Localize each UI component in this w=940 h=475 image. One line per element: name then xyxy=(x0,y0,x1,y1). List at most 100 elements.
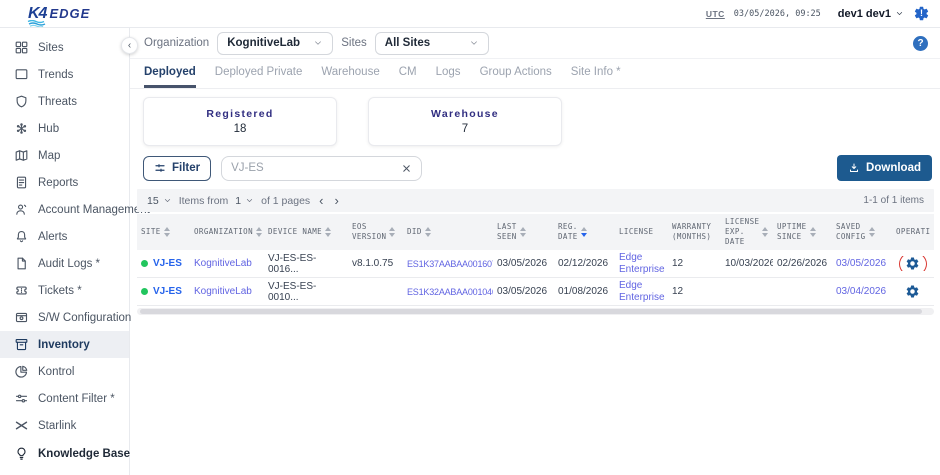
column-header-eos-version[interactable]: EOS VERSION xyxy=(348,222,403,242)
org-filter-row: Organization KognitiveLab Sites All Site… xyxy=(130,28,940,59)
status-online-dot xyxy=(141,288,148,295)
sidebar-item-label: Map xyxy=(38,150,60,162)
warranty-cell: 12 xyxy=(668,258,721,269)
tab-cm[interactable]: CM xyxy=(399,59,417,88)
items-range-label: 1-1 of 1 items xyxy=(863,195,924,206)
chevron-down-icon xyxy=(313,38,323,48)
app-logo: K4 EDGE xyxy=(28,5,90,23)
sidebar-item-knowledge-base[interactable]: Knowledge Base xyxy=(0,440,129,467)
column-header-did[interactable]: DID xyxy=(403,227,493,237)
sidebar-item-map[interactable]: Map xyxy=(0,142,129,169)
filter-button[interactable]: Filter xyxy=(143,156,211,181)
did-link[interactable]: ES1K32AABAA001046 xyxy=(407,287,493,297)
sidebar-item-label: Alerts xyxy=(38,231,67,243)
help-icon[interactable]: ? xyxy=(913,36,928,51)
sidebar-item-sites[interactable]: Sites xyxy=(0,34,129,61)
download-button[interactable]: Download xyxy=(837,155,932,181)
user-name: dev1 dev1 xyxy=(838,8,891,20)
alert-exclamation: ! xyxy=(920,8,923,18)
sidebar-item-starlink[interactable]: Starlink xyxy=(0,412,129,439)
user-menu[interactable]: dev1 dev1 xyxy=(838,8,904,20)
site-link[interactable]: VJ-ES xyxy=(153,258,182,269)
report-icon xyxy=(14,175,29,190)
sidebar-item-label: Reports xyxy=(38,177,78,189)
sidebar-item-label: Tickets * xyxy=(38,285,82,297)
license-link[interactable]: Edge Enterprise xyxy=(619,280,665,303)
license-link[interactable]: Edge Enterprise xyxy=(619,252,665,275)
sidebar-item-trends[interactable]: Trends xyxy=(0,61,129,88)
card-title: Warehouse xyxy=(431,108,499,120)
clear-search-icon[interactable] xyxy=(401,163,412,174)
column-header-organization[interactable]: ORGANIZATION xyxy=(190,227,264,237)
sidebar-item-content-filter[interactable]: Content Filter * xyxy=(0,385,129,412)
tab-deployed-private[interactable]: Deployed Private xyxy=(215,59,303,88)
sidebar-item-kontrol[interactable]: Kontrol xyxy=(0,358,129,385)
sites-select[interactable]: All Sites xyxy=(375,32,489,55)
sidebar-item-audit-logs[interactable]: Audit Logs * xyxy=(0,250,129,277)
column-header-last-seen[interactable]: LAST SEEN xyxy=(493,222,554,242)
table-row: VJ-ES KognitiveLab VJ-ES-ES-0010... ES1K… xyxy=(137,278,934,306)
sidebar-item-account-management[interactable]: Account Management xyxy=(0,196,129,223)
warehouse-card: Warehouse 7 xyxy=(368,97,562,146)
main-content: Organization KognitiveLab Sites All Site… xyxy=(130,28,940,475)
organization-label: Organization xyxy=(144,37,209,49)
column-header-operations: OPERATI xyxy=(892,227,933,237)
gear-icon[interactable] xyxy=(905,256,920,271)
organization-select[interactable]: KognitiveLab xyxy=(217,32,333,55)
chevron-down-icon xyxy=(163,196,172,205)
download-button-label: Download xyxy=(866,162,921,174)
site-link[interactable]: VJ-ES xyxy=(153,286,182,297)
top-bar: K4 EDGE UTC 03/05/2026, 09:25 dev1 dev1 … xyxy=(0,0,940,28)
filter-sliders-icon xyxy=(154,162,166,174)
sidebar-item-label: Starlink xyxy=(38,420,76,432)
organization-link[interactable]: KognitiveLab xyxy=(194,258,252,269)
gear-icon[interactable] xyxy=(905,284,920,299)
uptime-since-cell: 02/26/2026 xyxy=(773,258,832,269)
prev-page-button[interactable]: ‹ xyxy=(317,194,325,207)
column-header-site[interactable]: SITE xyxy=(137,227,190,237)
tab-logs[interactable]: Logs xyxy=(436,59,461,88)
sidebar-collapse-button[interactable]: ‹ xyxy=(121,37,138,54)
sidebar-item-inventory[interactable]: Inventory xyxy=(0,331,129,358)
device-name-cell: VJ-ES-ES-0016... xyxy=(264,253,348,275)
tab-deployed[interactable]: Deployed xyxy=(144,59,196,88)
card-title: Registered xyxy=(206,108,273,120)
bell-icon xyxy=(14,229,29,244)
column-header-saved-config[interactable]: SAVED CONFIG xyxy=(832,222,892,242)
column-header-license-exp-date[interactable]: LICENSE EXP. DATE xyxy=(721,217,773,247)
organization-value: KognitiveLab xyxy=(227,37,300,49)
gear-alert-icon[interactable]: ! xyxy=(913,5,930,22)
sidebar-item-sw-configuration[interactable]: S/W Configuration xyxy=(0,304,129,331)
scrollbar-thumb[interactable] xyxy=(140,309,922,314)
next-page-button[interactable]: › xyxy=(333,194,341,207)
sidebar-item-tickets[interactable]: Tickets * xyxy=(0,277,129,304)
utc-toggle[interactable]: UTC xyxy=(706,9,725,19)
page-number-select[interactable]: 1 xyxy=(235,195,254,207)
tab-group-actions[interactable]: Group Actions xyxy=(480,59,552,88)
sort-icon xyxy=(425,227,431,237)
sort-icon-active-desc xyxy=(581,227,587,237)
sidebar-item-reports[interactable]: Reports xyxy=(0,169,129,196)
page-size-select[interactable]: 15 xyxy=(147,195,172,207)
sidebar-item-hub[interactable]: Hub xyxy=(0,115,129,142)
tab-site-info[interactable]: Site Info * xyxy=(571,59,621,88)
download-icon xyxy=(848,162,860,174)
x-icon xyxy=(14,418,29,433)
sidebar-item-alerts[interactable]: Alerts xyxy=(0,223,129,250)
did-link[interactable]: ES1K37AABAA001607 xyxy=(407,259,493,269)
organization-link[interactable]: KognitiveLab xyxy=(194,286,252,297)
saved-config-link[interactable]: 03/05/2026 xyxy=(836,258,886,269)
card-value: 18 xyxy=(234,123,247,135)
search-input[interactable] xyxy=(231,162,395,174)
chevron-down-icon xyxy=(245,196,254,205)
datetime-text: 03/05/2026, 09:25 xyxy=(734,9,821,19)
device-name-cell: VJ-ES-ES-0010... xyxy=(264,281,348,303)
tab-warehouse[interactable]: Warehouse xyxy=(321,59,379,88)
ticket-icon xyxy=(14,283,29,298)
saved-config-link[interactable]: 03/04/2026 xyxy=(836,286,886,297)
sidebar-item-threats[interactable]: Threats xyxy=(0,88,129,115)
column-header-device-name[interactable]: DEVICE NAME xyxy=(264,227,348,237)
status-online-dot xyxy=(141,260,148,267)
column-header-reg-date[interactable]: REG. DATE xyxy=(554,222,615,242)
column-header-uptime-since[interactable]: UPTIME SINCE xyxy=(773,222,832,242)
